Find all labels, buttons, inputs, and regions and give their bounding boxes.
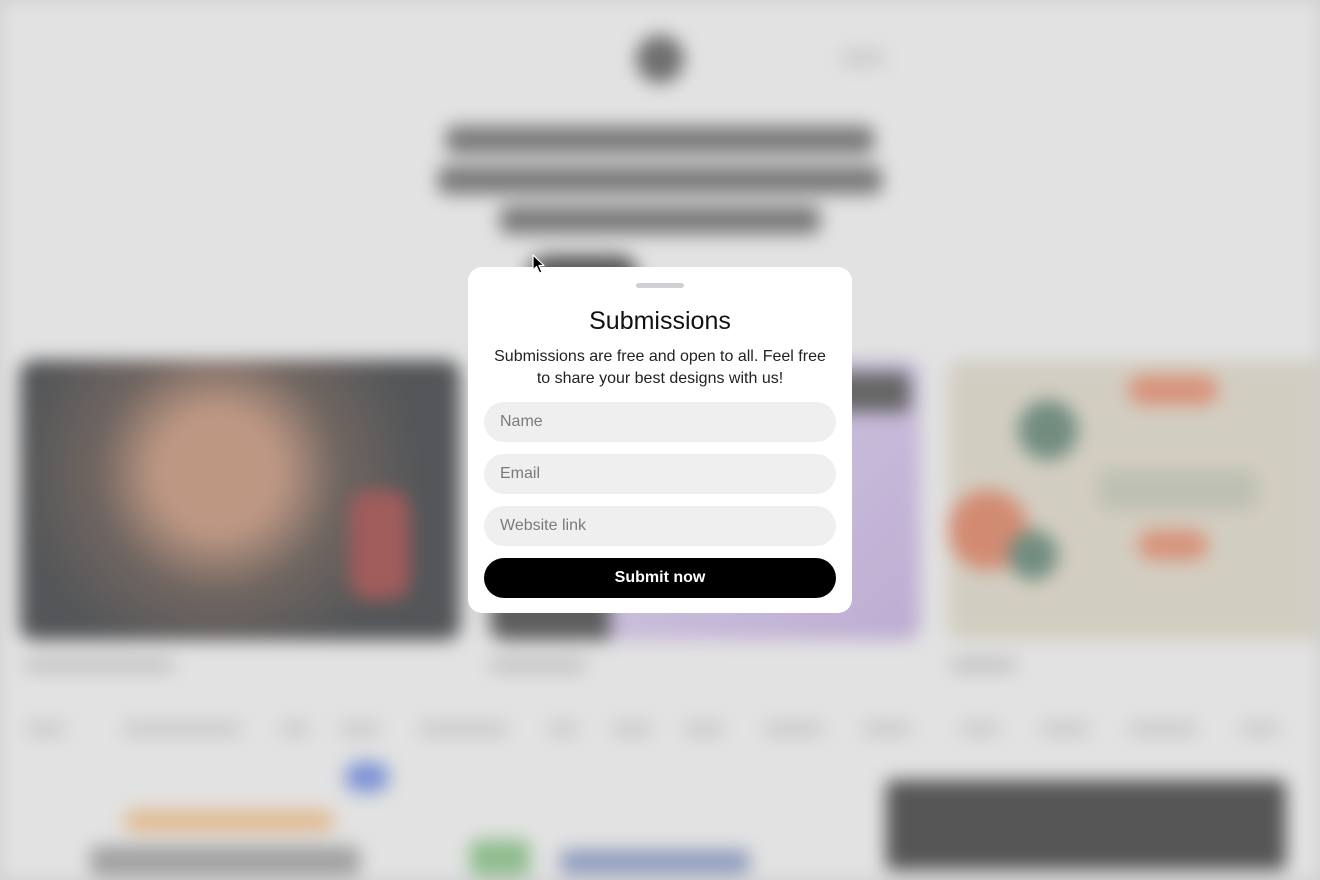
name-input[interactable]: [484, 402, 836, 442]
submit-button[interactable]: Submit now: [484, 558, 836, 598]
submissions-modal: Submissions Submissions are free and ope…: [468, 267, 852, 613]
drag-handle[interactable]: [636, 283, 684, 288]
email-input[interactable]: [484, 454, 836, 494]
modal-description: Submissions are free and open to all. Fe…: [494, 348, 826, 387]
cursor-arrow-icon: [532, 254, 545, 274]
modal-title: Submissions: [589, 307, 731, 335]
website-link-input[interactable]: [484, 506, 836, 546]
